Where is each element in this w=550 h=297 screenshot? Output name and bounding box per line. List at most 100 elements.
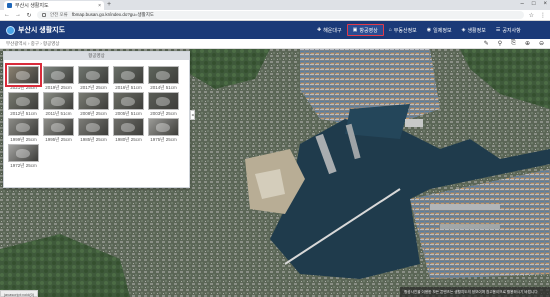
map-notice: 항공사진을 이용한 모든 콘텐츠는 생활지도의 정보이며 참고용이므로 활용하시… — [400, 287, 550, 297]
menu-label: 부동산정보 — [393, 27, 417, 34]
menu-label: 일제정보 — [433, 27, 452, 34]
status-bar: javascript:void(0) — [0, 290, 39, 297]
main-menu: ✚ 해운대구 ▣ 항공영상 ⌂ 부동산정보 ◉ 일제정보 ◈ 생활정보 ☰ 공지… — [312, 21, 526, 39]
measure-icon[interactable]: ⚲ — [498, 40, 502, 47]
browser-menu-icon[interactable]: ⋮ — [540, 12, 546, 19]
app-header: 부산시 생활지도 ✚ 해운대구 ▣ 항공영상 ⌂ 부동산정보 ◉ 일제정보 ◈ … — [0, 21, 550, 39]
thumbnail-label: 1972년 25cm — [10, 163, 37, 168]
thumbnail-image — [8, 118, 39, 136]
thumbnail-image — [78, 118, 109, 136]
breadcrumb: 부산광역시 › 중구 › 항공영상 — [6, 40, 60, 46]
thumbnail-label: 2012년 51cm — [10, 111, 37, 116]
collapse-panel-button[interactable]: ◂ — [190, 110, 195, 120]
favicon-icon — [7, 3, 12, 8]
aerial-year-thumbnail[interactable]: 1975년 25cm — [148, 118, 179, 143]
thumbnail-label: 2021년 25cm — [10, 85, 37, 90]
bookmark-star-icon[interactable]: ☆ — [529, 12, 534, 19]
menu-icon: ✚ — [317, 27, 322, 33]
menu-aerial-imagery[interactable]: ▣ 항공영상 — [346, 24, 384, 36]
aerial-year-thumbnail[interactable]: 2008년 25cm — [78, 92, 109, 117]
thumbnail-image — [113, 92, 144, 110]
thumbnail-image — [78, 92, 109, 110]
app-logo[interactable]: 부산시 생활지도 — [0, 25, 200, 35]
window-controls: – □ × — [521, 1, 547, 7]
thumbnail-label: 1995년 25cm — [45, 137, 72, 142]
thumbnail-image — [148, 66, 179, 84]
security-warning-icon[interactable] — [42, 13, 46, 17]
menu-info[interactable]: ◉ 일제정보 — [422, 24, 457, 36]
url-text[interactable]: fbmap.busan.go.kr/index.do?gu=생활지도 — [72, 12, 154, 18]
menu-notices[interactable]: ☰ 공지사항 — [491, 24, 526, 36]
menu-real-estate[interactable]: ⌂ 부동산정보 — [384, 24, 422, 36]
busan-logo-icon — [6, 25, 15, 35]
thumbnail-label: 2016년 51cm — [115, 85, 142, 90]
zoom-out-icon[interactable]: ⊖ — [539, 40, 544, 47]
aerial-year-thumbnail[interactable]: 1985년 25cm — [78, 118, 109, 143]
thumbnail-label: 2008년 25cm — [80, 111, 107, 116]
image-icon: ▣ — [352, 27, 358, 33]
info-icon: ◉ — [426, 27, 432, 33]
aerial-year-thumbnail[interactable]: 2003년 25cm — [148, 92, 179, 117]
close-window-button[interactable]: × — [543, 1, 547, 7]
menu-living-info[interactable]: ◈ 생활정보 — [457, 24, 491, 36]
aerial-year-thumbnail[interactable]: 1999년 25cm — [8, 118, 39, 143]
thumbnail-image — [43, 92, 74, 110]
browser-tab-bar: 부산시 생활지도 × + – □ × — [0, 0, 550, 10]
back-button[interactable]: ← — [4, 12, 10, 18]
new-tab-button[interactable]: + — [107, 1, 111, 8]
browser-actions: ☆ ⋮ — [529, 12, 546, 19]
thumbnail-image — [78, 66, 109, 84]
map-toolbar: 부산광역시 › 중구 › 항공영상 ✎ ⚲ ⎘ ⊕ ⊖ — [0, 39, 550, 49]
panel-title: 항공영상 — [4, 52, 189, 60]
home-icon: ⌂ — [388, 27, 392, 33]
aerial-year-thumbnail[interactable]: 1995년 25cm — [43, 118, 74, 143]
living-icon: ◈ — [461, 27, 466, 33]
thumbnail-image — [113, 66, 144, 84]
security-label: 안전 오류 — [50, 12, 68, 17]
thumbnail-image — [8, 92, 39, 110]
aerial-year-thumbnail[interactable]: 2019년 25cm — [43, 66, 74, 91]
aerial-year-thumbnail[interactable]: 2021년 25cm — [5, 63, 42, 91]
address-bar[interactable]: 안전 오류 fbmap.busan.go.kr/index.do?gu=생활지도 — [37, 11, 524, 19]
reload-button[interactable]: ↻ — [26, 12, 32, 19]
menu-haeundae[interactable]: ✚ 해운대구 — [312, 24, 347, 36]
thumbnail-label: 2017년 25cm — [80, 85, 107, 90]
aerial-year-thumbnail[interactable]: 1972년 25cm — [8, 144, 39, 169]
thumbnail-label: 2019년 25cm — [45, 85, 72, 90]
aerial-year-thumbnail[interactable]: 2012년 51cm — [8, 92, 39, 117]
thumbnail-label: 1980년 25cm — [115, 137, 142, 142]
thumbnail-image — [43, 118, 74, 136]
thumbnail-image — [148, 118, 179, 136]
list-icon: ☰ — [495, 27, 501, 33]
thumbnail-label: 1975년 25cm — [150, 137, 177, 142]
aerial-year-thumbnail[interactable]: 2005년 51cm — [113, 92, 144, 117]
browser-toolbar: ← → ↻ 안전 오류 fbmap.busan.go.kr/index.do?g… — [0, 10, 550, 21]
browser-tab-title: 부산시 생활지도 — [15, 3, 49, 9]
copy-icon[interactable]: ⎘ — [511, 40, 516, 47]
menu-label: 생활정보 — [467, 27, 486, 34]
edit-icon[interactable]: ✎ — [484, 40, 489, 47]
aerial-year-thumbnail[interactable]: 2011년 51cm — [43, 92, 74, 117]
thumbnail-image — [8, 144, 39, 162]
thumbnail-image — [148, 92, 179, 110]
thumbnail-image — [113, 118, 144, 136]
browser-tab[interactable]: 부산시 생활지도 × — [4, 1, 104, 10]
maximize-button[interactable]: □ — [532, 1, 536, 7]
thumbnail-image — [5, 63, 42, 87]
aerial-year-thumbnail[interactable]: 2014년 51cm — [148, 66, 179, 91]
thumbnail-label: 2011년 51cm — [45, 111, 72, 116]
zoom-in-icon[interactable]: ⊕ — [525, 40, 530, 47]
minimize-button[interactable]: – — [521, 1, 524, 7]
close-tab-icon[interactable]: × — [98, 3, 101, 9]
aerial-year-thumbnail[interactable]: 1980년 25cm — [113, 118, 144, 143]
thumbnail-image — [43, 66, 74, 84]
forward-button[interactable]: → — [15, 12, 21, 18]
thumbnail-label: 2005년 51cm — [115, 111, 142, 116]
app-title: 부산시 생활지도 — [18, 27, 66, 34]
aerial-year-thumbnail[interactable]: 2017년 25cm — [78, 66, 109, 91]
menu-label: 항공영상 — [359, 27, 378, 34]
thumbnail-label: 2014년 51cm — [150, 85, 177, 90]
menu-label: 공지사항 — [502, 27, 521, 34]
aerial-imagery-panel: 항공영상 2021년 25cm 2019년 25cm 2017년 25cm 2016년… — [3, 51, 190, 188]
aerial-year-thumbnail[interactable]: 2016년 51cm — [113, 66, 144, 91]
